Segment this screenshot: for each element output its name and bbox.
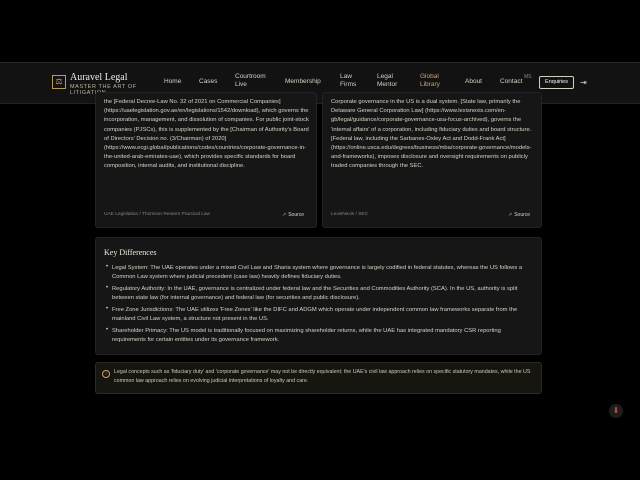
nav-global-library[interactable]: Global Library: [420, 73, 446, 89]
bullet-icon: •: [106, 327, 109, 333]
uae-card-footer: UAE Legislation / Thomson Reuters Practi…: [104, 212, 211, 217]
us-source-label: Source: [514, 212, 531, 218]
brand-name[interactable]: Auravel Legal: [70, 72, 127, 83]
us-source-button[interactable]: ↗ Source: [508, 212, 530, 218]
bullet-icon: •: [106, 264, 109, 270]
nav-membership[interactable]: Membership: [285, 78, 321, 86]
difference-item: Legal System: The UAE operates under a m…: [112, 265, 523, 280]
nav-courtroom-live[interactable]: Courtroom Live: [235, 73, 271, 89]
uae-card-text: the [Federal Decree-Law No. 32 of 2021 o…: [104, 99, 309, 170]
external-link-icon: ↗: [282, 212, 287, 218]
uae-source-button[interactable]: ↗ Source: [282, 212, 304, 218]
external-link-icon: ↗: [508, 212, 513, 218]
uae-source-label: Source: [288, 212, 305, 218]
disclaimer-text: Legal concepts such as 'fiduciary duty' …: [114, 369, 531, 384]
bottom-letterbox: [0, 418, 640, 480]
nav-law-firms[interactable]: Law Firms: [340, 73, 364, 89]
pdf-icon[interactable]: ⬇: [609, 404, 623, 418]
logout-icon[interactable]: ⇥: [580, 78, 587, 87]
nav-contact[interactable]: Contact: [500, 78, 522, 86]
bullet-icon: •: [106, 306, 109, 312]
nav-home[interactable]: Home: [164, 78, 181, 86]
us-card-text: Corporate governance in the US is a dual…: [331, 99, 532, 170]
top-letterbox: [0, 0, 640, 62]
key-differences-title: Key Differences: [104, 248, 157, 257]
bullet-icon: •: [106, 285, 109, 291]
ms-badge: MS: [524, 74, 532, 80]
scales-icon[interactable]: ⚖: [52, 75, 66, 89]
difference-item: Shareholder Primacy: The US model is tra…: [112, 328, 501, 343]
enquiries-button[interactable]: Enquiries: [539, 76, 574, 89]
difference-item: Regulatory Authority: In the UAE, govern…: [112, 286, 518, 301]
nav-cases[interactable]: Cases: [199, 78, 217, 86]
difference-item: Free Zone Jurisdictions: The UAE utilize…: [112, 307, 518, 322]
nav-about[interactable]: About: [465, 78, 482, 86]
info-icon: i: [102, 370, 110, 378]
nav-legal-mentor[interactable]: Legal Mentor: [377, 73, 401, 89]
us-card-footer: LexisNexis / SEC: [331, 212, 369, 217]
